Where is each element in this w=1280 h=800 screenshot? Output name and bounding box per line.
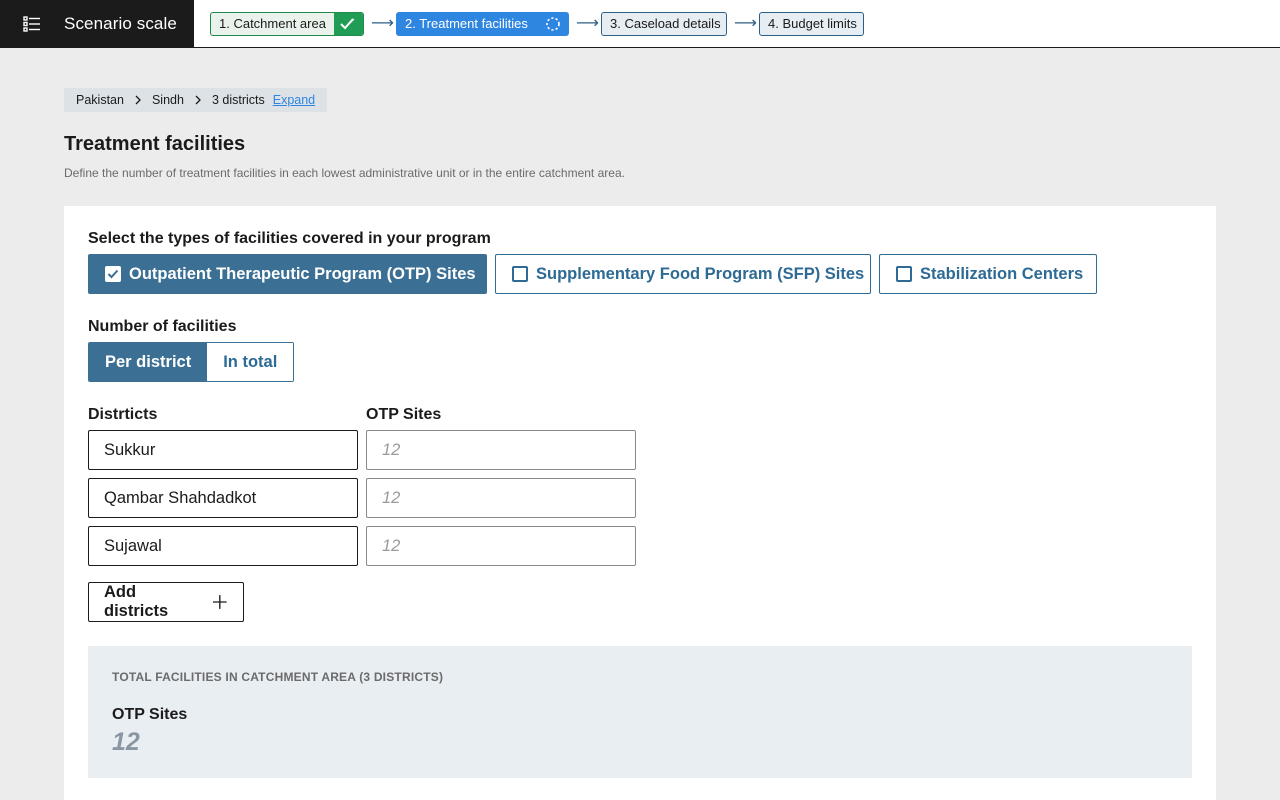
summary-title: TOTAL FACILITIES IN CATCHMENT AREA (3 DI…: [112, 670, 444, 684]
app-title: Scenario scale: [64, 14, 177, 33]
chevron-right-icon: [135, 95, 141, 105]
otp-column-header: OTP Sites: [366, 406, 442, 423]
facility-type-label: Stabilization Centers: [920, 264, 1084, 283]
step-arrow-icon: ⟶: [734, 15, 757, 32]
checkbox-unchecked-icon: [512, 266, 528, 282]
step-label: 1. Catchment area: [219, 16, 326, 31]
step-budget-limits[interactable]: 4. Budget limits: [759, 12, 864, 36]
facilities-count-toggle: Per district In total: [88, 342, 295, 382]
chevron-right-icon: [195, 95, 201, 105]
step-label: 2. Treatment facilities: [405, 16, 528, 31]
step-label: 3. Caseload details: [610, 16, 721, 31]
districts-column-header: Distrticts: [88, 406, 158, 423]
step-caseload-details[interactable]: 3. Caseload details: [601, 12, 727, 36]
otp-sites-input[interactable]: [366, 526, 636, 566]
add-districts-label: Add districts: [104, 583, 169, 620]
summary-panel: TOTAL FACILITIES IN CATCHMENT AREA (3 DI…: [88, 646, 1192, 778]
facility-type-label: Supplementary Food Program (SFP) Sites: [536, 264, 865, 283]
breadcrumb-item-country[interactable]: Pakistan: [76, 93, 124, 107]
district-input[interactable]: [88, 526, 358, 566]
checkmark-icon: [333, 13, 363, 35]
breadcrumb: Pakistan Sindh 3 districts Expand: [64, 88, 328, 112]
facility-type-otp[interactable]: Outpatient Therapeutic Program (OTP) Sit…: [88, 254, 487, 294]
step-arrow-icon: ⟶: [576, 15, 599, 32]
facility-types-label: Select the types of facilities covered i…: [88, 230, 491, 247]
page-description: Define the number of treatment facilitie…: [64, 166, 625, 180]
progress-spinner-icon: [538, 13, 568, 35]
checkbox-unchecked-icon: [896, 266, 912, 282]
facilities-card: Select the types of facilities covered i…: [64, 206, 1216, 800]
add-districts-button[interactable]: Add districts: [88, 582, 244, 622]
step-catchment-area[interactable]: 1. Catchment area: [210, 12, 364, 36]
district-input[interactable]: [88, 430, 358, 470]
step-label: 4. Budget limits: [768, 16, 857, 31]
facility-type-label: Outpatient Therapeutic Program (OTP) Sit…: [129, 264, 476, 283]
step-arrow-icon: ⟶: [371, 15, 394, 32]
otp-sites-input[interactable]: [366, 478, 636, 518]
toggle-per-district[interactable]: Per district: [89, 343, 208, 381]
breadcrumb-item-districts: 3 districts: [211, 93, 265, 107]
summary-otp-value: 12: [112, 728, 140, 756]
plus-icon: [213, 595, 228, 609]
number-of-facilities-label: Number of facilities: [88, 318, 237, 335]
list-menu-icon[interactable]: [22, 14, 42, 34]
district-input[interactable]: [88, 478, 358, 518]
top-bar: Scenario scale 1. Catchment area ⟶ 2. Tr…: [0, 0, 1280, 48]
checkbox-checked-icon: [105, 266, 121, 282]
toggle-in-total[interactable]: In total: [207, 343, 294, 381]
otp-sites-input[interactable]: [366, 430, 636, 470]
facility-type-sfp[interactable]: Supplementary Food Program (SFP) Sites: [495, 254, 871, 294]
page-title: Treatment facilities: [64, 133, 246, 155]
step-treatment-facilities[interactable]: 2. Treatment facilities: [396, 12, 569, 36]
app-brand: Scenario scale: [0, 0, 194, 47]
breadcrumb-item-province[interactable]: Sindh: [152, 93, 184, 107]
facility-type-stabilization[interactable]: Stabilization Centers: [879, 254, 1097, 294]
expand-link[interactable]: Expand: [273, 93, 315, 107]
summary-otp-label: OTP Sites: [112, 706, 188, 723]
